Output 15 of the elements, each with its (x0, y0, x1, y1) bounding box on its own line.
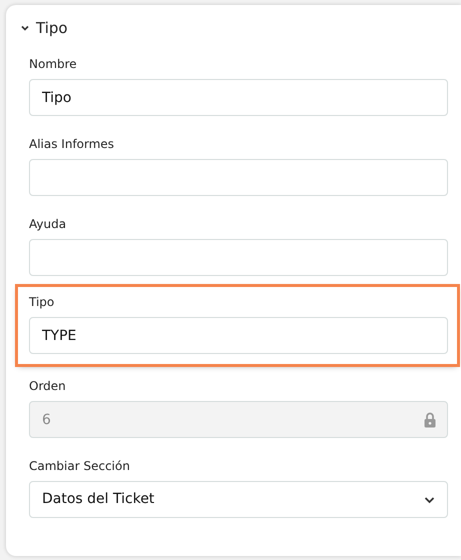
field-label: Orden (29, 378, 67, 395)
lock-icon (424, 412, 436, 428)
field-label: Cambiar Sección (29, 458, 131, 475)
caret-icon (424, 496, 435, 504)
field-label: Tipo (29, 294, 56, 311)
input-field[interactable]: TYPE (29, 317, 448, 354)
section-title: Tipo (36, 18, 68, 39)
input-field[interactable] (29, 239, 448, 276)
input-field[interactable] (29, 159, 448, 196)
input-field[interactable]: Tipo (29, 79, 448, 116)
select-field[interactable]: Datos del Ticket (29, 481, 448, 518)
field-label: Nombre (29, 56, 78, 73)
chevron-icon[interactable] (20, 23, 30, 33)
field-label: Alias Informes (29, 136, 116, 153)
field-label: Ayuda (29, 216, 68, 233)
